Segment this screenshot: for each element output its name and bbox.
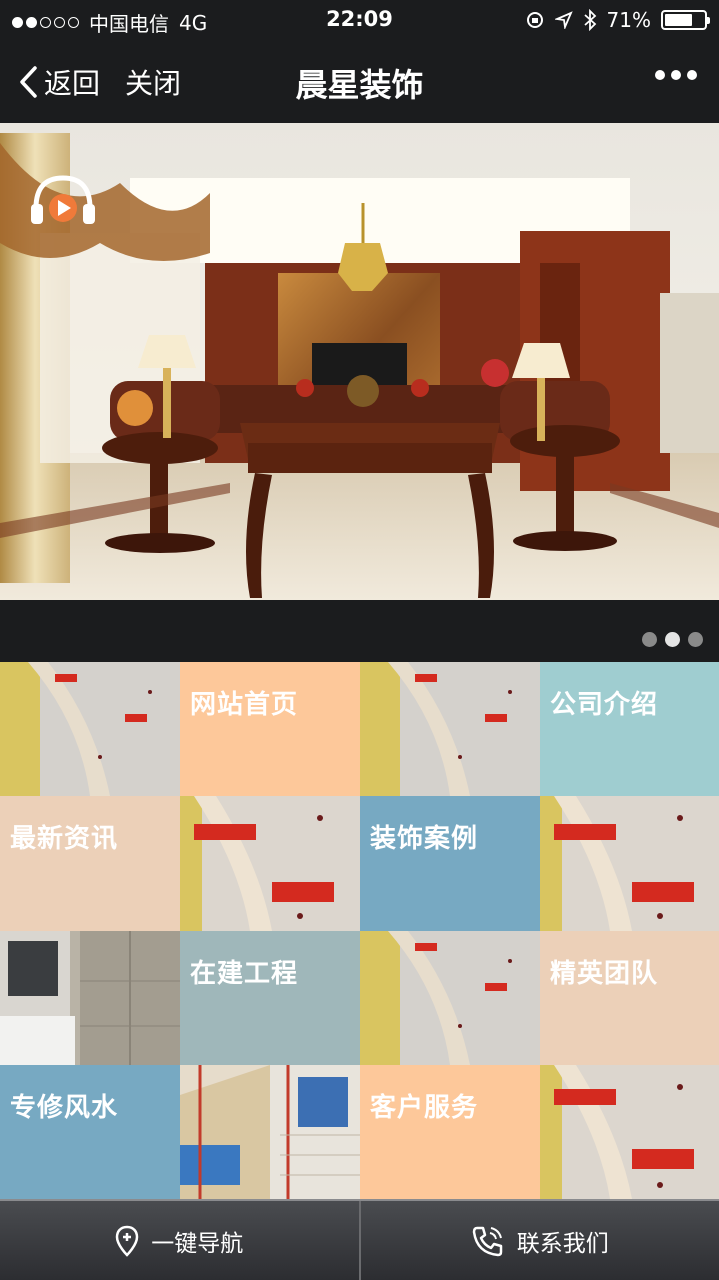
wall-photo-tile [540,1065,719,1199]
tile-company[interactable]: 公司介绍 [540,662,719,796]
wall-photo-tile [0,662,180,796]
carousel-indicator-bar [0,600,719,662]
close-button[interactable]: 关闭 [125,62,181,102]
wall-photo-tile [360,662,540,796]
bluetooth-icon [583,9,596,31]
navigate-button[interactable]: 一键导航 [0,1201,359,1280]
navigate-label: 一键导航 [151,1230,244,1257]
tile-label: 装饰案例 [370,824,479,854]
battery-icon [661,10,710,30]
phone-icon [472,1226,502,1256]
chevron-left-icon [20,66,37,98]
carousel-dot[interactable] [665,632,680,647]
back-label: 返回 [44,67,101,100]
menu-grid: 网站首页 公司介绍 最新资讯 装饰案例 在建工程 精英团队 专修风水 客户服务 [0,662,719,1199]
tile-news[interactable]: 最新资讯 [0,796,180,931]
tile-label: 专修风水 [10,1093,119,1123]
tile-label: 在建工程 [190,959,299,989]
tile-label: 精英团队 [550,959,659,989]
tile-home[interactable]: 网站首页 [180,662,360,796]
bottom-action-bar: 一键导航 联系我们 [0,1199,719,1280]
bathroom-photo-tile [0,931,180,1065]
wall-photo-tile [540,796,719,931]
contact-button[interactable]: 联系我们 [361,1201,719,1280]
tile-cases[interactable]: 装饰案例 [360,796,540,931]
back-button[interactable]: 返回 [18,62,100,102]
construction-photo-tile [180,1065,360,1199]
carousel-dots [642,632,703,647]
banner-image[interactable] [0,123,719,600]
status-bar: 中国电信 4G 22:09 71% [0,0,719,40]
nav-bar: 返回 关闭 晨星装饰 [0,40,719,123]
location-pin-icon [115,1225,139,1257]
tile-label: 公司介绍 [550,690,659,720]
tile-service[interactable]: 客户服务 [360,1065,540,1199]
carousel-dot[interactable] [688,632,703,647]
tile-fengshui[interactable]: 专修风水 [0,1065,180,1199]
carousel-dot[interactable] [642,632,657,647]
battery-percent: 71% [606,8,651,32]
tile-label: 最新资讯 [10,824,119,854]
wall-photo-tile [180,796,360,931]
headphones-icon[interactable] [28,170,98,230]
page-title: 晨星装饰 [295,66,424,104]
contact-label: 联系我们 [516,1230,609,1257]
tile-label: 网站首页 [190,690,299,720]
tile-team[interactable]: 精英团队 [540,931,719,1065]
tile-label: 客户服务 [370,1093,479,1123]
more-dots-icon[interactable] [655,70,697,80]
rotation-lock-icon [526,12,543,28]
wall-photo-tile [360,931,540,1065]
tile-projects[interactable]: 在建工程 [180,931,360,1065]
location-arrow-icon [554,11,573,29]
